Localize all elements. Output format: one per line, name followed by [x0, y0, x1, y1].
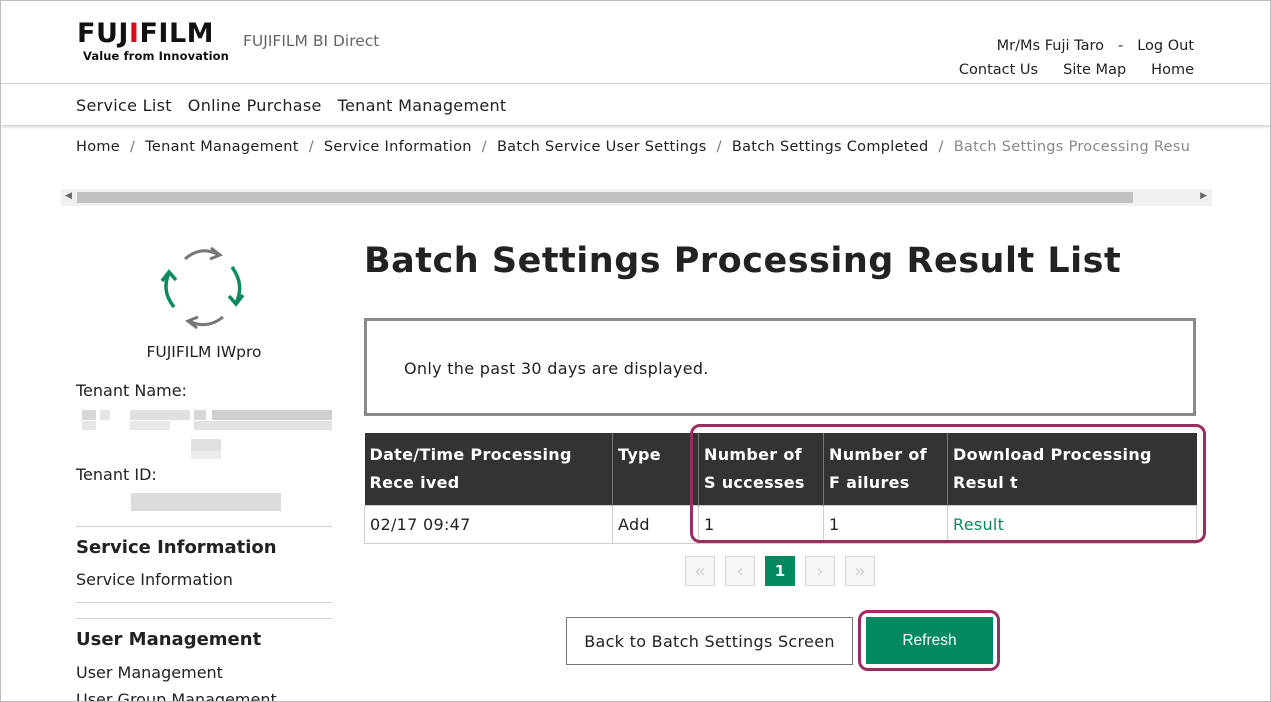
tenant-name-label: Tenant Name: — [76, 381, 187, 400]
nav-item-service-list[interactable]: Service List — [76, 96, 172, 115]
breadcrumb-batch-settings-completed[interactable]: Batch Settings Completed — [732, 139, 929, 155]
back-to-batch-settings-button[interactable]: Back to Batch Settings Screen — [566, 617, 853, 665]
logo-wordmark: FUJIFILM — [77, 19, 229, 49]
pagination: « ‹ 1 › » — [685, 556, 875, 586]
breadcrumb: Home / Tenant Management / Service Informati… — [76, 139, 1212, 155]
breadcrumb-batch-service-user-settings[interactable]: Batch Service User Settings — [497, 139, 707, 155]
cell-type: Add — [613, 506, 699, 544]
header-datetime: Date/Time Processing Rece ived — [365, 433, 613, 506]
breadcrumb-separator: / — [717, 139, 722, 155]
cell-datetime: 02/17 09:47 — [365, 506, 613, 544]
main-nav: Service List Online Purchase Tenant Mana… — [1, 83, 1271, 125]
page-title: Batch Settings Processing Result List — [364, 241, 1121, 281]
last-page-button[interactable]: » — [845, 556, 875, 586]
logout-link[interactable]: Log Out — [1137, 38, 1194, 54]
sidebar-section-service-information: Service Information — [76, 537, 277, 558]
contact-us-link[interactable]: Contact Us — [959, 62, 1038, 78]
highlight-refresh-button — [858, 610, 1000, 671]
user-separator: - — [1118, 38, 1123, 54]
breadcrumb-separator: / — [939, 139, 944, 155]
tenant-id-redacted — [131, 493, 281, 511]
sidebar-divider — [76, 526, 332, 527]
sidebar-item-service-information[interactable]: Service Information — [76, 570, 233, 589]
sidebar-section-user-management: User Management — [76, 629, 261, 650]
site-map-link[interactable]: Site Map — [1063, 62, 1126, 78]
highlight-result-columns — [690, 424, 1206, 543]
breadcrumb-separator: / — [482, 139, 487, 155]
prev-page-button[interactable]: ‹ — [725, 556, 755, 586]
scroll-left-icon[interactable]: ◀ — [65, 191, 72, 201]
breadcrumb-tenant-management[interactable]: Tenant Management — [145, 139, 299, 155]
breadcrumb-service-information[interactable]: Service Information — [324, 139, 472, 155]
service-cycle-icon — [153, 237, 253, 337]
next-page-button[interactable]: › — [805, 556, 835, 586]
sidebar-divider — [76, 602, 332, 603]
horizontal-scrollbar[interactable]: ◀ ▶ — [61, 189, 1212, 206]
home-link[interactable]: Home — [1151, 62, 1194, 78]
browser-frame: FUJIFILM Value from Innovation FUJIFILM … — [0, 0, 1271, 702]
notice-text: Only the past 30 days are displayed. — [404, 359, 709, 378]
app-name: FUJIFILM BI Direct — [243, 32, 379, 50]
user-name: Mr/Ms Fuji Taro — [997, 38, 1104, 54]
first-page-button[interactable]: « — [685, 556, 715, 586]
breadcrumb-home[interactable]: Home — [76, 139, 120, 155]
sidebar-divider — [76, 618, 332, 619]
scrollbar-thumb[interactable] — [77, 192, 1133, 203]
nav-item-online-purchase[interactable]: Online Purchase — [188, 96, 322, 115]
tenant-id-label: Tenant ID: — [76, 465, 157, 484]
user-menu: Mr/Ms Fuji Taro - Log Out — [997, 38, 1194, 54]
breadcrumb-current: Batch Settings Processing Resu — [954, 139, 1191, 155]
service-name: FUJIFILM IWpro — [76, 343, 332, 361]
breadcrumb-separator: / — [309, 139, 314, 155]
fujifilm-logo[interactable]: FUJIFILM Value from Innovation — [77, 19, 229, 63]
page-1-button[interactable]: 1 — [765, 556, 795, 586]
notice-box: Only the past 30 days are displayed. — [364, 318, 1196, 416]
scroll-right-icon[interactable]: ▶ — [1200, 191, 1207, 201]
breadcrumb-separator: / — [130, 139, 135, 155]
nav-item-tenant-management[interactable]: Tenant Management — [338, 96, 507, 115]
logo-tagline: Value from Innovation — [83, 49, 229, 63]
header-type: Type — [613, 433, 699, 506]
header-links: Contact Us Site Map Home — [959, 62, 1194, 78]
sidebar-item-user-group-management[interactable]: User Group Management — [76, 690, 277, 702]
sidebar-item-user-management[interactable]: User Management — [76, 663, 223, 682]
